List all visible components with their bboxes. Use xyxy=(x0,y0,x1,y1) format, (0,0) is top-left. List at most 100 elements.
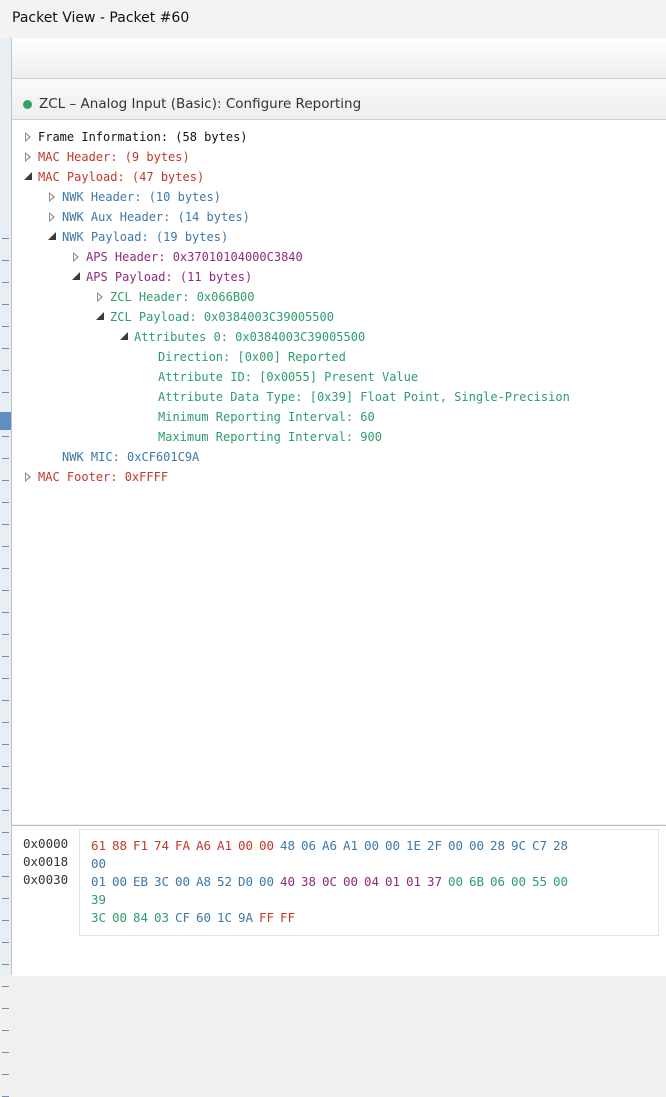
tree-node[interactable]: MAC Payload: (47 bytes) xyxy=(12,167,666,187)
hex-byte[interactable]: 00 xyxy=(259,874,280,889)
tree-node[interactable]: Frame Information: (58 bytes) xyxy=(12,127,666,147)
tree-node-label: Minimum Reporting Interval: 60 xyxy=(158,410,375,424)
packet-summary-header: ZCL – Analog Input (Basic): Configure Re… xyxy=(12,79,666,120)
tree-node[interactable]: Attribute ID: [0x0055] Present Value xyxy=(12,367,666,387)
collapsed-triangle-icon[interactable] xyxy=(46,187,58,207)
tree-node[interactable]: APS Payload: (11 bytes) xyxy=(12,267,666,287)
hex-byte[interactable]: A8 xyxy=(196,874,217,889)
collapsed-triangle-icon[interactable] xyxy=(70,247,82,267)
collapsed-triangle-icon[interactable] xyxy=(22,467,34,487)
collapsed-triangle-icon[interactable] xyxy=(22,127,34,147)
hex-line: 61 88 F1 74 FA A6 A1 00 00 48 06 A6 A1 00 00 1E 2F 00 00 28… xyxy=(91,838,574,853)
hex-byte[interactable]: 1C xyxy=(217,910,238,925)
hex-bytes-box[interactable]: 61 88 F1 74 FA A6 A1 00 00 48 06 A6 A1 00 00 1E 2F 00 00 28… xyxy=(79,829,659,936)
tree-node[interactable]: Attribute Data Type: [0x39] Float Point,… xyxy=(12,387,666,407)
hex-byte[interactable]: 00 xyxy=(259,838,280,853)
hex-byte[interactable]: 28 xyxy=(553,838,574,853)
hex-byte[interactable]: 0C xyxy=(322,874,343,889)
tree-node[interactable]: ZCL Payload: 0x0384003C39005500 xyxy=(12,307,666,327)
hex-byte[interactable]: C7 xyxy=(532,838,553,853)
hex-byte[interactable]: 40 xyxy=(280,874,301,889)
hex-byte[interactable]: 01 xyxy=(406,874,427,889)
hex-byte[interactable]: 39 xyxy=(91,892,112,907)
hex-byte[interactable]: 55 xyxy=(532,874,553,889)
hex-byte[interactable]: FF xyxy=(259,910,280,925)
tree-node[interactable]: APS Header: 0x37010104000C3840 xyxy=(12,247,666,267)
tree-node-label: Maximum Reporting Interval: 900 xyxy=(158,430,382,444)
tree-node-label: NWK Aux Header: (14 bytes) xyxy=(62,210,250,224)
hex-byte[interactable]: 3C xyxy=(154,874,175,889)
collapsed-triangle-icon[interactable] xyxy=(94,287,106,307)
hex-byte[interactable]: 60 xyxy=(196,910,217,925)
tree-node[interactable]: NWK Payload: (19 bytes) xyxy=(12,227,666,247)
hex-byte[interactable]: 06 xyxy=(490,874,511,889)
hex-byte[interactable]: 00 xyxy=(364,838,385,853)
hex-byte[interactable]: FF xyxy=(280,910,301,925)
hex-byte[interactable]: EB xyxy=(133,874,154,889)
hex-byte[interactable]: 48 xyxy=(280,838,301,853)
hex-byte[interactable]: 04 xyxy=(364,874,385,889)
hex-byte[interactable]: D0 xyxy=(238,874,259,889)
tree-node[interactable]: MAC Header: (9 bytes) xyxy=(12,147,666,167)
hex-byte[interactable]: F1 xyxy=(133,838,154,853)
hex-byte[interactable]: A6 xyxy=(196,838,217,853)
hex-byte[interactable]: 61 xyxy=(91,838,112,853)
expanded-triangle-icon[interactable] xyxy=(94,307,106,327)
hex-byte[interactable]: 00 xyxy=(448,838,469,853)
hex-byte[interactable]: 00 xyxy=(553,874,574,889)
collapsed-triangle-icon[interactable] xyxy=(46,207,58,227)
hex-byte[interactable]: A6 xyxy=(322,838,343,853)
hex-byte[interactable]: 06 xyxy=(301,838,322,853)
tree-node[interactable]: NWK Header: (10 bytes) xyxy=(12,187,666,207)
tree-node[interactable]: Maximum Reporting Interval: 900 xyxy=(12,427,666,447)
hex-byte[interactable]: 3C xyxy=(91,910,112,925)
hex-byte[interactable]: 00 xyxy=(343,874,364,889)
tree-node[interactable]: Direction: [0x00] Reported xyxy=(12,347,666,367)
expanded-triangle-icon[interactable] xyxy=(22,167,34,187)
hex-byte[interactable]: 00 xyxy=(112,910,133,925)
hex-byte[interactable]: 2F xyxy=(427,838,448,853)
hex-byte[interactable]: 00 xyxy=(175,874,196,889)
hex-byte[interactable]: 00 xyxy=(238,838,259,853)
hex-byte[interactable]: 52 xyxy=(217,874,238,889)
hex-byte[interactable]: 9A xyxy=(238,910,259,925)
hex-byte[interactable]: 88 xyxy=(112,838,133,853)
expanded-triangle-icon[interactable] xyxy=(118,327,130,347)
tree-node-label: Attributes 0: 0x0384003C39005500 xyxy=(134,330,366,344)
hex-offset: 0x0000 xyxy=(23,836,69,851)
packet-decode-tree[interactable]: Frame Information: (58 bytes) MAC Header:… xyxy=(12,120,666,824)
hex-byte[interactable]: 00 xyxy=(91,856,112,871)
hex-byte[interactable]: 84 xyxy=(133,910,154,925)
hex-byte[interactable]: 00 xyxy=(448,874,469,889)
hex-byte[interactable]: 37 xyxy=(427,874,448,889)
hex-byte[interactable]: FA xyxy=(175,838,196,853)
hex-byte[interactable]: 00 xyxy=(511,874,532,889)
hex-byte[interactable]: A1 xyxy=(217,838,238,853)
hex-byte[interactable]: 00 xyxy=(112,874,133,889)
tree-node-label: NWK Payload: (19 bytes) xyxy=(62,230,229,244)
hex-byte[interactable]: 00 xyxy=(385,838,406,853)
expanded-triangle-icon[interactable] xyxy=(46,227,58,247)
hex-byte[interactable]: CF xyxy=(175,910,196,925)
tree-node[interactable]: ZCL Header: 0x066B00 xyxy=(12,287,666,307)
hex-byte[interactable]: 1E xyxy=(406,838,427,853)
tree-node-label: APS Payload: (11 bytes) xyxy=(86,270,253,284)
tree-node[interactable]: NWK Aux Header: (14 bytes) xyxy=(12,207,666,227)
expanded-triangle-icon[interactable] xyxy=(70,267,82,287)
hex-byte[interactable]: 00 xyxy=(469,838,490,853)
hex-byte[interactable]: 38 xyxy=(301,874,322,889)
hex-byte[interactable]: 28 xyxy=(490,838,511,853)
tree-node[interactable]: NWK MIC: 0xCF601C9A xyxy=(12,447,666,467)
hex-byte[interactable]: 01 xyxy=(91,874,112,889)
tree-node-label: Attribute ID: [0x0055] Present Value xyxy=(158,370,419,384)
tree-node[interactable]: MAC Footer: 0xFFFF xyxy=(12,467,666,487)
tree-node[interactable]: Attributes 0: 0x0384003C39005500 xyxy=(12,327,666,347)
hex-byte[interactable]: 01 xyxy=(385,874,406,889)
tree-node[interactable]: Minimum Reporting Interval: 60 xyxy=(12,407,666,427)
hex-byte[interactable]: A1 xyxy=(343,838,364,853)
hex-byte[interactable]: 6B xyxy=(469,874,490,889)
hex-byte[interactable]: 74 xyxy=(154,838,175,853)
hex-byte[interactable]: 9C xyxy=(511,838,532,853)
collapsed-triangle-icon[interactable] xyxy=(22,147,34,167)
hex-byte[interactable]: 03 xyxy=(154,910,175,925)
